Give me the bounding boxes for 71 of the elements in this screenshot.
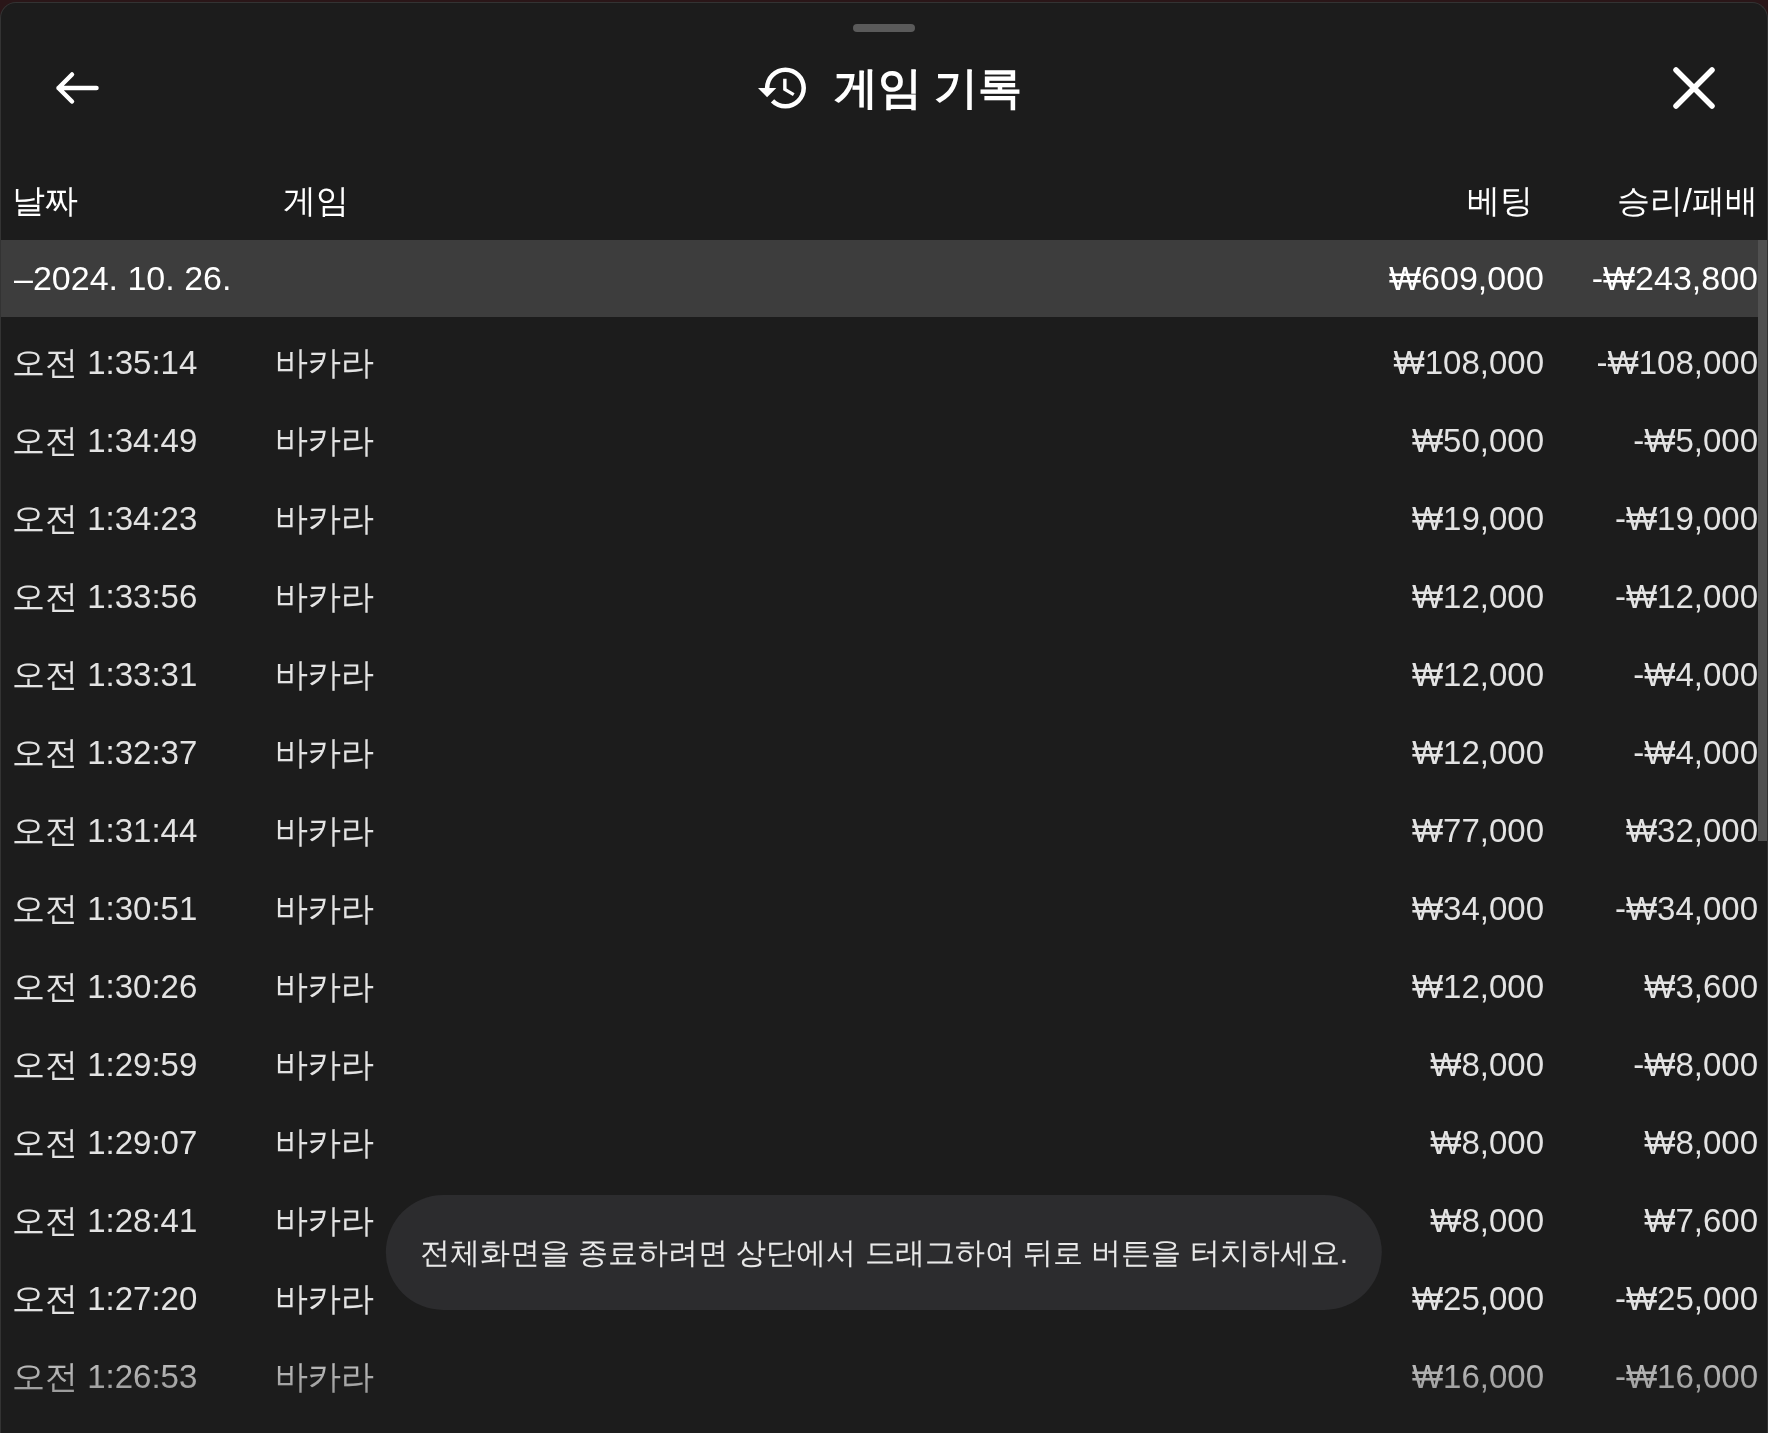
game-name: 바카라 [275,889,374,929]
close-icon [1673,67,1715,109]
bet-amount: ₩8,000 [1430,1045,1544,1085]
game-name: 바카라 [275,577,374,617]
game-name: 바카라 [275,967,374,1007]
win-loss-amount: ₩3,600 [1644,967,1758,1007]
game-name: 바카라 [275,421,374,461]
total-bet-amount: ₩609,000 [1389,258,1544,299]
toast-message: 전체화면을 종료하려면 상단에서 드래그하여 뒤로 버튼을 터치하세요. [385,1195,1383,1310]
bet-amount: ₩108,000 [1393,343,1544,383]
time-text: 오전 1:33:31 [12,655,198,695]
bet-amount: ₩12,000 [1411,655,1544,695]
bet-amount: ₩8,000 [1430,1123,1544,1163]
win-loss-amount: ₩8,000 [1644,1123,1758,1163]
win-loss-amount: -₩108,000 [1596,343,1758,383]
time-text: 오전 1:29:59 [12,1045,198,1085]
win-loss-amount: -₩12,000 [1614,577,1758,617]
bet-amount: ₩50,000 [1411,421,1544,461]
time-text: 오전 1:28:41 [12,1201,198,1241]
history-icon [757,67,806,109]
time-text: 오전 1:34:23 [12,499,198,539]
time-text: 오전 1:29:07 [12,1123,198,1163]
win-loss-amount: -₩4,000 [1633,733,1758,773]
game-name: 바카라 [275,1045,374,1085]
bet-amount: ₩34,000 [1411,889,1544,929]
time-text: 오전 1:30:51 [12,889,198,929]
bet-amount: ₩8,000 [1430,1201,1544,1241]
game-name: 바카라 [275,811,374,851]
scrollbar-thumb[interactable] [1758,240,1767,841]
game-name: 바카라 [275,499,374,539]
bet-amount: ₩77,000 [1411,811,1544,851]
bet-amount: ₩12,000 [1411,733,1544,773]
drag-handle[interactable] [853,24,915,32]
win-loss-amount: -₩8,000 [1633,1045,1758,1085]
date-group-row[interactable]: –2024. 10. 26. ₩609,000 -₩243,800 [1,240,1758,317]
time-text: 오전 1:34:49 [12,421,198,461]
column-header[interactable]: 승리/패배 [1616,181,1758,221]
bet-amount: ₩12,000 [1411,577,1544,617]
time-text: 오전 1:33:56 [12,577,198,617]
game-name: 바카라 [275,1279,374,1319]
time-text: 오전 1:26:53 [12,1357,198,1397]
win-loss-amount: -₩19,000 [1614,499,1758,539]
bet-amount: ₩12,000 [1411,967,1544,1007]
game-name: 바카라 [275,733,374,773]
bet-amount: ₩25,000 [1411,1279,1544,1319]
game-name: 바카라 [275,343,374,383]
game-name: 바카라 [275,655,374,695]
total-win-loss-amount: -₩243,800 [1591,258,1758,299]
sheet-title: 게임 기록 [833,61,1023,114]
game-name: 바카라 [275,1357,374,1397]
win-loss-amount: -₩4,000 [1633,655,1758,695]
column-header[interactable]: 베팅 [1467,181,1533,221]
win-loss-amount: -₩5,000 [1633,421,1758,461]
time-text: 오전 1:30:26 [12,967,198,1007]
time-text: 오전 1:35:14 [12,343,198,383]
time-text: 오전 1:32:37 [12,733,198,773]
game-name: 바카라 [275,1123,374,1163]
column-header[interactable]: 날짜 [12,181,78,221]
bet-amount: ₩19,000 [1411,499,1544,539]
win-loss-amount: -₩34,000 [1614,889,1758,929]
arrow-left-icon [55,71,99,105]
game-name: 바카라 [275,1201,374,1241]
time-text: 오전 1:31:44 [12,811,198,851]
win-loss-amount: -₩16,000 [1614,1357,1758,1397]
column-header[interactable]: 게임 [283,181,349,221]
win-loss-amount: -₩25,000 [1614,1279,1758,1319]
time-text: 오전 1:27:20 [12,1279,198,1319]
win-loss-amount: ₩32,000 [1625,811,1758,851]
bet-amount: ₩16,000 [1411,1357,1544,1397]
win-loss-amount: ₩7,600 [1644,1201,1758,1241]
group-date: –2024. 10. 26. [14,258,232,299]
